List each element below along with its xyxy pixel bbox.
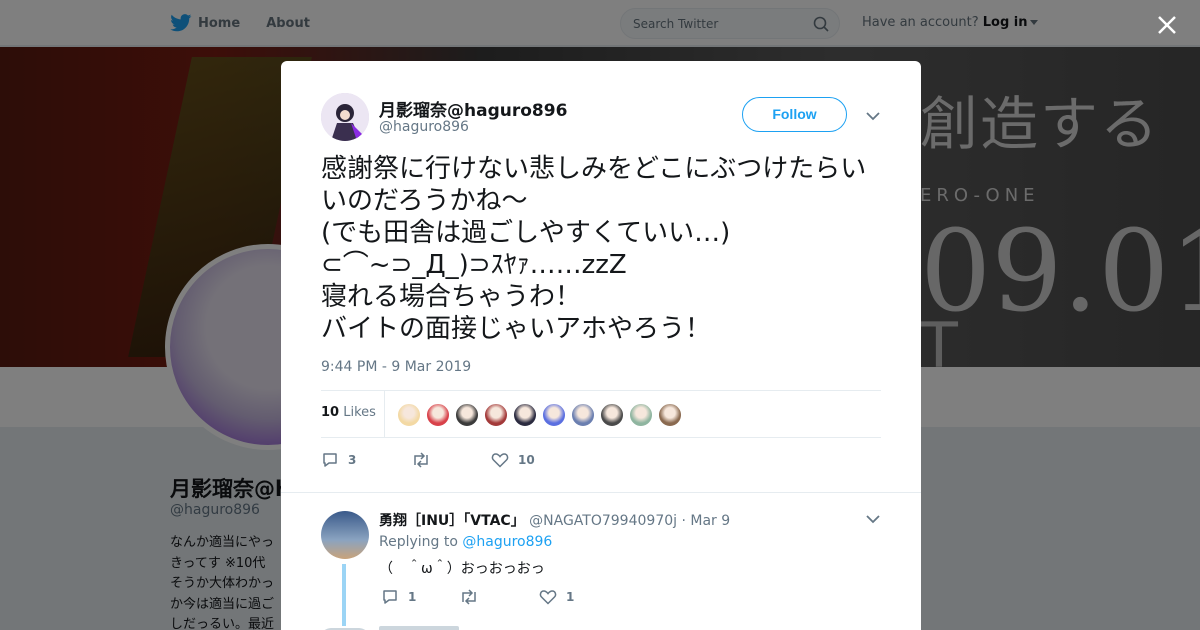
reply-author-name[interactable]: 勇翔［INU］「VTAC」	[379, 513, 525, 529]
tweet-timestamp[interactable]: 9:44 PM - 9 Mar 2019	[321, 359, 471, 375]
reply-action[interactable]: 1	[381, 588, 459, 606]
like-count: 10	[518, 453, 535, 467]
liker-avatar[interactable]	[571, 403, 595, 427]
reply-icon[interactable]	[321, 451, 339, 469]
tweet-modal: 月影瑠奈@haguro896 @haguro896 Follow 感謝祭に行けな…	[281, 61, 921, 630]
replying-to-link[interactable]: @haguro896	[462, 534, 552, 550]
like-action[interactable]: 1	[539, 588, 574, 606]
chevron-down-icon[interactable]	[865, 511, 881, 527]
follow-button[interactable]: Follow	[742, 97, 847, 132]
like-action[interactable]: 10	[491, 451, 535, 469]
reply-author-handle[interactable]: @NAGATO79940970j	[529, 513, 677, 529]
liker-avatar[interactable]	[600, 403, 624, 427]
replying-to-label: Replying to	[379, 534, 458, 550]
likes-label: Likes	[343, 405, 376, 420]
reply-reply-count: 1	[408, 590, 417, 604]
liker-avatar[interactable]	[513, 403, 537, 427]
reply-count: 3	[348, 453, 357, 467]
retweet-action[interactable]	[459, 588, 539, 606]
tweet-actions: 3 10	[321, 450, 535, 470]
replying-to: Replying to @haguro896	[379, 534, 552, 550]
likes-stat[interactable]: 10 Likes	[321, 405, 376, 420]
reply-date[interactable]: · Mar 9	[681, 513, 730, 529]
liker-avatar[interactable]	[542, 403, 566, 427]
liker-avatar[interactable]	[426, 403, 450, 427]
reply-text: （ ＾ω＾）おっおっおっ	[379, 561, 545, 577]
reply-author-avatar[interactable]	[321, 511, 369, 559]
tweet-author-avatar[interactable]	[321, 93, 369, 141]
reply-actions: 1 1	[381, 588, 574, 606]
chevron-down-icon[interactable]	[865, 108, 881, 124]
liker-avatar[interactable]	[658, 403, 682, 427]
tweet-author-name[interactable]: 月影瑠奈@haguro896	[379, 96, 567, 121]
reply-like-count: 1	[566, 590, 575, 604]
likes-count: 10	[321, 405, 340, 420]
heart-icon[interactable]	[491, 451, 509, 469]
next-reply-header	[379, 626, 459, 630]
tweet-author-handle[interactable]: @haguro896	[379, 119, 469, 135]
liker-avatar[interactable]	[455, 403, 479, 427]
retweet-icon[interactable]	[459, 588, 479, 606]
reply-action[interactable]: 3	[321, 451, 411, 469]
reply-header: 勇翔［INU］「VTAC」 @NAGATO79940970j · Mar 9	[379, 510, 730, 530]
liker-avatar[interactable]	[629, 403, 653, 427]
liker-avatars	[397, 403, 687, 427]
close-icon[interactable]	[1155, 13, 1179, 37]
divider	[384, 391, 385, 438]
tweet-stats: 10 Likes	[321, 390, 881, 438]
retweet-icon[interactable]	[411, 451, 431, 469]
reply-icon[interactable]	[381, 588, 399, 606]
divider	[281, 492, 921, 493]
tweet-text: 感謝祭に行けない悲しみをどこにぶつけたらいいのだろうかね〜 (でも田舎は過ごしや…	[321, 154, 867, 344]
liker-avatar[interactable]	[397, 403, 421, 427]
retweet-action[interactable]	[411, 451, 491, 469]
heart-icon[interactable]	[539, 588, 557, 606]
avatar-art-icon	[321, 93, 369, 141]
thread-line	[342, 564, 346, 626]
liker-avatar[interactable]	[484, 403, 508, 427]
